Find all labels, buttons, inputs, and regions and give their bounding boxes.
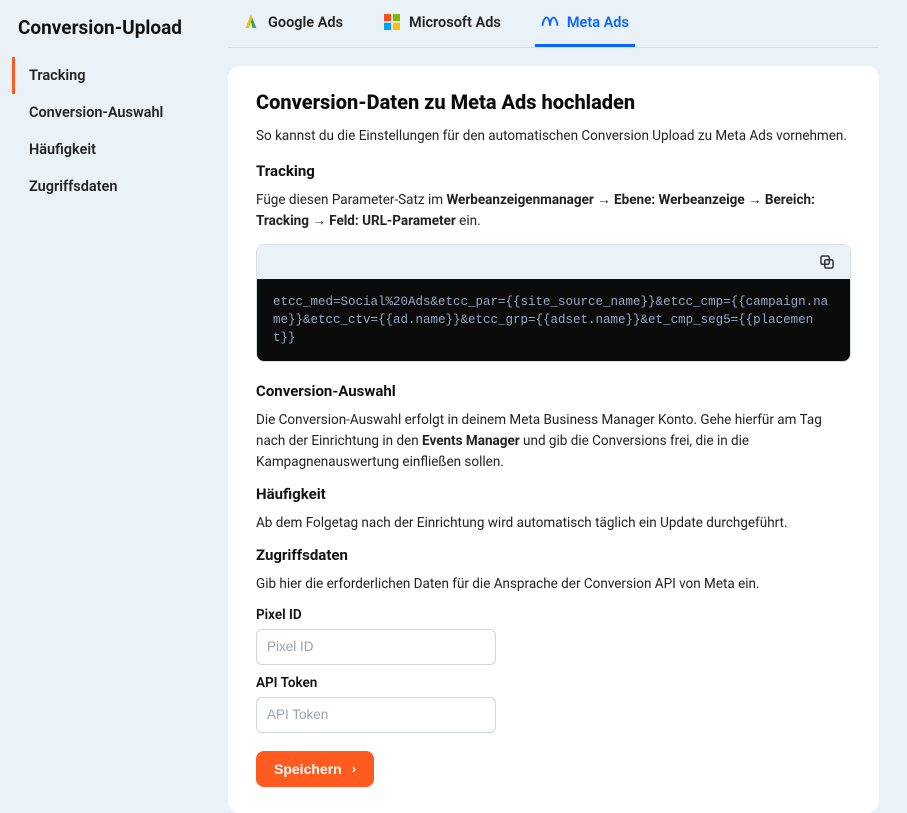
tabs: Google Ads Microsoft Ads Meta Ads <box>228 0 879 48</box>
sidebar-item-tracking[interactable]: Tracking <box>12 57 214 94</box>
chevron-right-icon: › <box>352 761 356 776</box>
meta-icon <box>541 13 559 31</box>
sidebar-item-label: Tracking <box>29 67 86 84</box>
page-title: Conversion-Upload <box>18 16 214 39</box>
save-button-label: Speichern <box>274 761 342 777</box>
sidebar-item-label: Zugriffsdaten <box>29 178 117 195</box>
sidebar-item-label: Häufigkeit <box>29 141 96 158</box>
main: Google Ads Microsoft Ads Meta Ads Conver… <box>222 0 907 762</box>
sidebar-nav: Tracking Conversion-Auswahl Häufigkeit Z… <box>12 57 214 205</box>
heading-tracking: Tracking <box>256 162 851 180</box>
google-ads-icon <box>242 13 260 31</box>
content-intro: So kannst du die Einstellungen für den a… <box>256 128 851 144</box>
tab-meta-ads[interactable]: Meta Ads <box>535 0 635 47</box>
label-api-token: API Token <box>256 675 851 691</box>
content-card: Conversion-Daten zu Meta Ads hochladen S… <box>228 66 879 813</box>
copy-icon[interactable] <box>816 251 838 273</box>
tab-label: Google Ads <box>268 14 343 31</box>
conversion-text: Die Conversion-Auswahl erfolgt in deinem… <box>256 410 851 473</box>
sidebar-item-conversion-auswahl[interactable]: Conversion-Auswahl <box>12 94 214 131</box>
code-content[interactable]: etcc_med=Social%20Ads&etcc_par={{site_so… <box>257 279 850 361</box>
content-title: Conversion-Daten zu Meta Ads hochladen <box>256 90 851 114</box>
tab-google-ads[interactable]: Google Ads <box>236 0 349 47</box>
microsoft-icon <box>383 13 401 31</box>
tracking-instruction: Füge diesen Parameter-Satz im Werbeanzei… <box>256 190 851 232</box>
code-toolbar <box>257 245 850 279</box>
save-button[interactable]: Speichern › <box>256 751 374 787</box>
tab-label: Microsoft Ads <box>409 14 501 31</box>
tab-microsoft-ads[interactable]: Microsoft Ads <box>377 0 507 47</box>
sidebar-item-label: Conversion-Auswahl <box>29 104 163 121</box>
heading-conversion: Conversion-Auswahl <box>256 382 851 400</box>
code-block: etcc_med=Social%20Ads&etcc_par={{site_so… <box>256 244 851 362</box>
frequency-text: Ab dem Folgetag nach der Einrichtung wir… <box>256 513 851 534</box>
sidebar-item-haeufigkeit[interactable]: Häufigkeit <box>12 131 214 168</box>
label-pixel-id: Pixel ID <box>256 607 851 623</box>
pixel-id-input[interactable] <box>256 629 496 665</box>
access-text: Gib hier die erforderlichen Daten für di… <box>256 574 851 595</box>
sidebar-item-zugriffsdaten[interactable]: Zugriffsdaten <box>12 168 214 205</box>
sidebar: Conversion-Upload Tracking Conversion-Au… <box>0 0 222 762</box>
api-token-input[interactable] <box>256 697 496 733</box>
tab-label: Meta Ads <box>567 14 629 31</box>
heading-frequency: Häufigkeit <box>256 485 851 503</box>
heading-access: Zugriffsdaten <box>256 546 851 564</box>
